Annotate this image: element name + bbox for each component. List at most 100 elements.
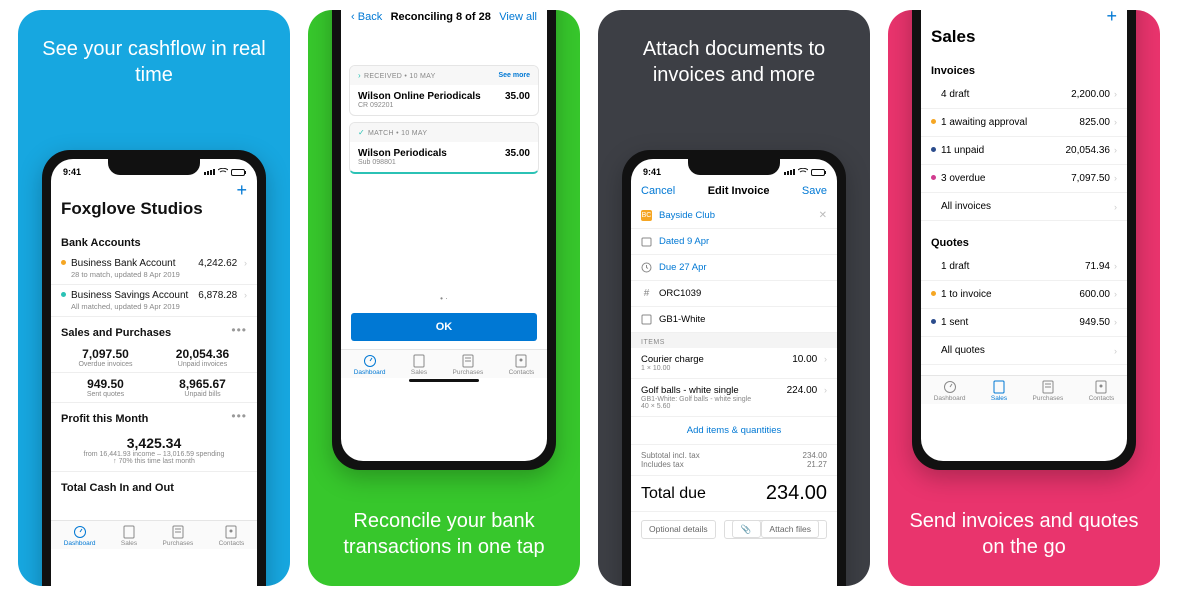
- status-time: 9:41: [63, 167, 81, 177]
- tab-purchases[interactable]: Purchases: [163, 525, 194, 547]
- invoice-status-row[interactable]: 1 awaiting approval825.00›: [921, 109, 1127, 137]
- field-dated[interactable]: Dated 9 Apr: [631, 229, 837, 255]
- bank-account-row[interactable]: Business Bank Account28 to match, update…: [51, 253, 257, 285]
- back-button[interactable]: ‹ Back: [351, 11, 382, 23]
- see-more-link[interactable]: See more: [498, 72, 530, 79]
- pager-dots: • ·: [341, 290, 547, 307]
- home-indicator: [409, 379, 479, 382]
- tab-dashboard[interactable]: Dashboard: [934, 380, 966, 402]
- tab-sales[interactable]: Sales: [411, 354, 427, 376]
- invoice-status-row[interactable]: 4 draft2,200.00›: [921, 81, 1127, 109]
- tab-sales[interactable]: Sales: [121, 525, 137, 547]
- all-invoices-link[interactable]: All invoices›: [921, 193, 1127, 221]
- doc-icon: [122, 525, 136, 539]
- stat-unpaid-bills[interactable]: 8,965.67Unpaid bills: [154, 377, 251, 398]
- nav-bar: Cancel Edit Invoice Save: [631, 181, 837, 203]
- bank-account-sub: 28 to match, updated 8 Apr 2019: [71, 270, 180, 279]
- chevron-right-icon: ›: [824, 385, 827, 395]
- field-contact[interactable]: BCBayside Club✕: [631, 203, 837, 229]
- gauge-icon: [943, 380, 957, 394]
- cancel-button[interactable]: Cancel: [641, 185, 675, 197]
- tab-contacts[interactable]: Contacts: [219, 525, 245, 547]
- stat-overdue-invoices[interactable]: 7,097.50Overdue invoices: [57, 347, 154, 368]
- tab-dashboard[interactable]: Dashboard: [354, 354, 386, 376]
- all-quotes-link[interactable]: All quotes›: [921, 337, 1127, 365]
- clear-icon[interactable]: ✕: [819, 210, 827, 221]
- more-icon[interactable]: •••: [231, 323, 257, 337]
- note-icon: [641, 314, 652, 325]
- field-reference[interactable]: #ORC1039: [631, 281, 837, 307]
- status-dot-icon: [61, 292, 66, 297]
- cash-heading: Total Cash In and Out: [51, 472, 257, 498]
- contacts-icon: [514, 354, 528, 368]
- profit-change: ↑ 70% this time last month: [61, 458, 247, 465]
- field-description[interactable]: GB1-White: [631, 307, 837, 333]
- invoice-status-row[interactable]: 11 unpaid20,054.36›: [921, 137, 1127, 165]
- panel-cashflow: See your cashflow in real time 9:41 + Fo…: [18, 10, 290, 586]
- bank-account-value: 4,242.62: [198, 258, 237, 269]
- chevron-right-icon: ›: [1114, 261, 1117, 271]
- stat-unpaid-invoices[interactable]: 20,054.36Unpaid invoices: [154, 347, 251, 368]
- invoice-status-row[interactable]: 3 overdue7,097.50›: [921, 165, 1127, 193]
- battery-icon: [231, 169, 245, 176]
- panel3-headline: Attach documents to invoices and more: [598, 10, 870, 96]
- panel1-headline: See your cashflow in real time: [18, 10, 290, 96]
- match-amount: 35.00: [505, 148, 530, 166]
- chevron-right-icon: ›: [1114, 317, 1117, 327]
- quote-status-row[interactable]: 1 sent949.50›: [921, 309, 1127, 337]
- status-dot-icon: [931, 119, 936, 124]
- tab-dashboard[interactable]: Dashboard: [64, 525, 96, 547]
- doc-icon: [992, 380, 1006, 394]
- nav-title: Reconciling 8 of 28: [391, 11, 491, 23]
- items-section-label: ITEMS: [631, 333, 837, 348]
- save-button[interactable]: Save: [802, 185, 827, 197]
- transaction-amount: 35.00: [505, 91, 530, 109]
- quotes-heading: Quotes: [921, 221, 1127, 253]
- attach-files-button[interactable]: 📎 Attach files: [724, 520, 827, 539]
- tab-contacts[interactable]: Contacts: [1089, 380, 1115, 402]
- more-icon[interactable]: •••: [231, 409, 257, 423]
- bank-account-name: Business Bank Account: [71, 258, 176, 269]
- tab-contacts[interactable]: Contacts: [509, 354, 535, 376]
- panel-sales: + Sales Invoices 4 draft2,200.00› 1 awai…: [888, 10, 1160, 586]
- battery-icon: [811, 169, 825, 176]
- optional-details-button[interactable]: Optional details: [641, 520, 716, 539]
- chevron-right-icon: ›: [1114, 289, 1117, 299]
- phone-notch: [688, 159, 780, 175]
- subtotals-row: Subtotal incl. taxIncludes tax 234.0021.…: [631, 445, 837, 476]
- ok-button[interactable]: OK: [351, 313, 537, 341]
- quote-status-row[interactable]: 1 draft71.94›: [921, 253, 1127, 281]
- total-due-label: Total due: [641, 485, 706, 503]
- calendar-icon: [641, 236, 652, 247]
- sales-purchases-grid: 949.50Sent quotes 8,965.67Unpaid bills: [51, 373, 257, 403]
- match-card[interactable]: ✓MATCH • 10 MAY Wilson PeriodicalsSub 09…: [349, 122, 539, 174]
- status-dot-icon: [931, 175, 936, 180]
- status-indicators: [204, 168, 245, 176]
- chevron-right-icon: ›: [1114, 346, 1117, 356]
- card-tag: RECEIVED • 10 MAY: [364, 73, 436, 80]
- tab-purchases[interactable]: Purchases: [453, 354, 484, 376]
- contacts-icon: [224, 525, 238, 539]
- add-button[interactable]: +: [236, 180, 247, 200]
- quote-status-row[interactable]: 1 to invoice600.00›: [921, 281, 1127, 309]
- gauge-icon: [363, 354, 377, 368]
- total-due-amount: 234.00: [766, 482, 827, 505]
- invoice-item-row[interactable]: Courier charge1 × 10.00 10.00 ›: [631, 348, 837, 379]
- tab-sales[interactable]: Sales: [991, 380, 1007, 402]
- stat-sent-quotes[interactable]: 949.50Sent quotes: [57, 377, 154, 398]
- screenshot-gallery: See your cashflow in real time 9:41 + Fo…: [0, 0, 1192, 596]
- card-tag: MATCH • 10 MAY: [368, 130, 427, 137]
- chevron-right-icon: ›: [1114, 145, 1117, 155]
- add-items-link[interactable]: Add items & quantities: [631, 417, 837, 445]
- field-due[interactable]: Due 27 Apr: [631, 255, 837, 281]
- status-dot-icon: [931, 319, 936, 324]
- view-all-link[interactable]: View all: [499, 11, 537, 23]
- total-due-row: Total due 234.00: [631, 476, 837, 512]
- invoice-item-row[interactable]: Golf balls - white singleGB1-White: Golf…: [631, 379, 837, 417]
- tab-purchases[interactable]: Purchases: [1033, 380, 1064, 402]
- bank-account-row[interactable]: Business Savings AccountAll matched, upd…: [51, 285, 257, 317]
- invoice-options: Optional details 📎 Attach files: [631, 512, 837, 547]
- status-dot-icon: [61, 260, 66, 265]
- add-button[interactable]: +: [1106, 10, 1117, 26]
- status-indicators: [784, 168, 825, 176]
